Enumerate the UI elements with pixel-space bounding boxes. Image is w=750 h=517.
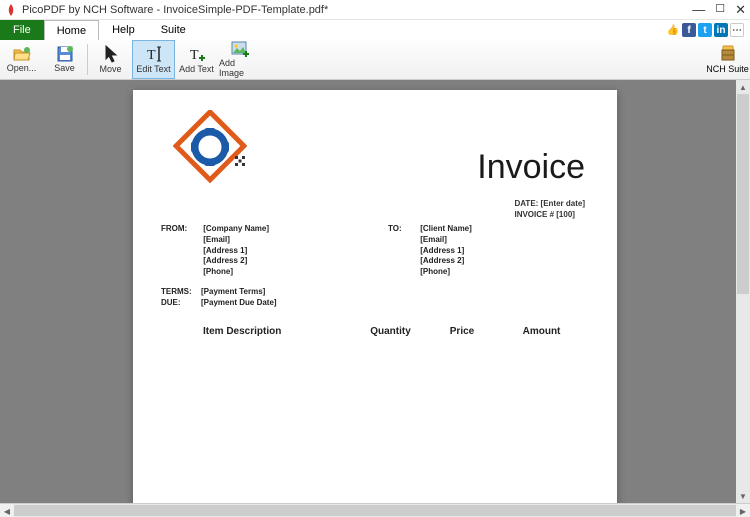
cursor-icon bbox=[104, 45, 118, 63]
move-button[interactable]: Move bbox=[89, 40, 132, 79]
invoice-number[interactable]: INVOICE # [100] bbox=[514, 209, 585, 220]
save-button[interactable]: Save bbox=[43, 40, 86, 79]
col-price[interactable]: Price bbox=[428, 326, 496, 337]
col-quantity[interactable]: Quantity bbox=[353, 326, 428, 337]
svg-text:T: T bbox=[190, 48, 199, 63]
to-label: TO: bbox=[388, 224, 418, 233]
invoice-meta[interactable]: DATE: [Enter date] INVOICE # [100] bbox=[514, 198, 585, 220]
column-headers[interactable]: Item Description Quantity Price Amount bbox=[203, 326, 587, 337]
col-amount[interactable]: Amount bbox=[496, 326, 587, 337]
to-address1[interactable]: [Address 1] bbox=[420, 246, 472, 257]
vertical-scroll-thumb[interactable] bbox=[737, 94, 749, 294]
add-text-button[interactable]: T Add Text bbox=[175, 40, 218, 79]
from-email[interactable]: [Email] bbox=[203, 235, 269, 246]
vertical-scrollbar[interactable]: ▲ ▼ bbox=[736, 80, 750, 503]
invoice-date[interactable]: DATE: [Enter date] bbox=[514, 198, 585, 209]
from-block[interactable]: FROM: [Company Name] [Email] [Address 1]… bbox=[161, 224, 269, 278]
twitter-icon[interactable]: t bbox=[698, 23, 712, 37]
svg-text:T: T bbox=[147, 48, 156, 63]
due-value[interactable]: [Payment Due Date] bbox=[201, 298, 277, 307]
open-button[interactable]: Open... bbox=[0, 40, 43, 79]
menu-help[interactable]: Help bbox=[99, 20, 148, 40]
titlebar: PicoPDF by NCH Software - InvoiceSimple-… bbox=[0, 0, 750, 20]
minimize-button[interactable]: — bbox=[692, 3, 705, 16]
maximize-button[interactable]: ☐ bbox=[715, 4, 725, 15]
horizontal-scroll-thumb[interactable] bbox=[14, 505, 736, 516]
facebook-icon[interactable]: f bbox=[682, 23, 696, 37]
share-icon[interactable]: ⋯ bbox=[730, 23, 744, 37]
toolbar-separator bbox=[87, 44, 88, 75]
edit-text-button[interactable]: T Edit Text bbox=[132, 40, 175, 79]
close-button[interactable]: ✕ bbox=[735, 3, 746, 16]
horizontal-scrollbar[interactable]: ◀ ▶ bbox=[0, 503, 750, 517]
menu-suite[interactable]: Suite bbox=[148, 20, 199, 40]
to-email[interactable]: [Email] bbox=[420, 235, 472, 246]
to-phone[interactable]: [Phone] bbox=[420, 267, 472, 278]
menu-home[interactable]: Home bbox=[44, 20, 99, 40]
linkedin-icon[interactable]: in bbox=[714, 23, 728, 37]
invoice-logo[interactable] bbox=[173, 110, 247, 187]
scroll-left-arrow-icon[interactable]: ◀ bbox=[0, 504, 14, 517]
col-description[interactable]: Item Description bbox=[203, 326, 353, 337]
add-image-button[interactable]: Add Image bbox=[218, 40, 261, 79]
add-text-icon: T bbox=[188, 45, 206, 63]
to-client[interactable]: [Client Name] bbox=[420, 224, 472, 235]
to-block[interactable]: TO: [Client Name] [Email] [Address 1] [A… bbox=[388, 224, 472, 278]
app-icon bbox=[4, 3, 18, 17]
invoice-title[interactable]: Invoice bbox=[477, 148, 585, 187]
menu-file[interactable]: File bbox=[0, 20, 44, 40]
window-title: PicoPDF by NCH Software - InvoiceSimple-… bbox=[22, 4, 692, 16]
social-icons: 👍 f t in ⋯ bbox=[666, 20, 750, 40]
add-image-icon bbox=[231, 41, 249, 57]
from-label: FROM: bbox=[161, 224, 201, 233]
terms-label: TERMS: bbox=[161, 286, 201, 297]
from-address2[interactable]: [Address 2] bbox=[203, 256, 269, 267]
due-label: DUE: bbox=[161, 297, 201, 308]
from-address1[interactable]: [Address 1] bbox=[203, 246, 269, 257]
nch-suite-button[interactable]: NCH Suite bbox=[705, 40, 750, 79]
scroll-down-arrow-icon[interactable]: ▼ bbox=[736, 489, 750, 503]
terms-value[interactable]: [Payment Terms] bbox=[201, 287, 265, 296]
scroll-up-arrow-icon[interactable]: ▲ bbox=[736, 80, 750, 94]
pdf-page[interactable]: Invoice DATE: [Enter date] INVOICE # [10… bbox=[133, 90, 617, 503]
to-address2[interactable]: [Address 2] bbox=[420, 256, 472, 267]
menubar: File Home Help Suite 👍 f t in ⋯ bbox=[0, 20, 750, 40]
toolbar: Open... Save Move T Edit Text T Add Text… bbox=[0, 40, 750, 80]
edit-text-icon: T bbox=[145, 45, 163, 63]
nch-suite-icon bbox=[718, 45, 738, 63]
scroll-right-arrow-icon[interactable]: ▶ bbox=[736, 504, 750, 517]
workspace: Invoice DATE: [Enter date] INVOICE # [10… bbox=[0, 80, 750, 503]
from-phone[interactable]: [Phone] bbox=[203, 267, 269, 278]
from-company[interactable]: [Company Name] bbox=[203, 224, 269, 235]
thumbs-up-icon[interactable]: 👍 bbox=[666, 23, 680, 37]
folder-open-icon bbox=[13, 46, 31, 62]
save-icon bbox=[57, 46, 73, 62]
selection-handle-icon[interactable] bbox=[235, 156, 245, 166]
terms-block[interactable]: TERMS:[Payment Terms] DUE:[Payment Due D… bbox=[161, 286, 277, 308]
